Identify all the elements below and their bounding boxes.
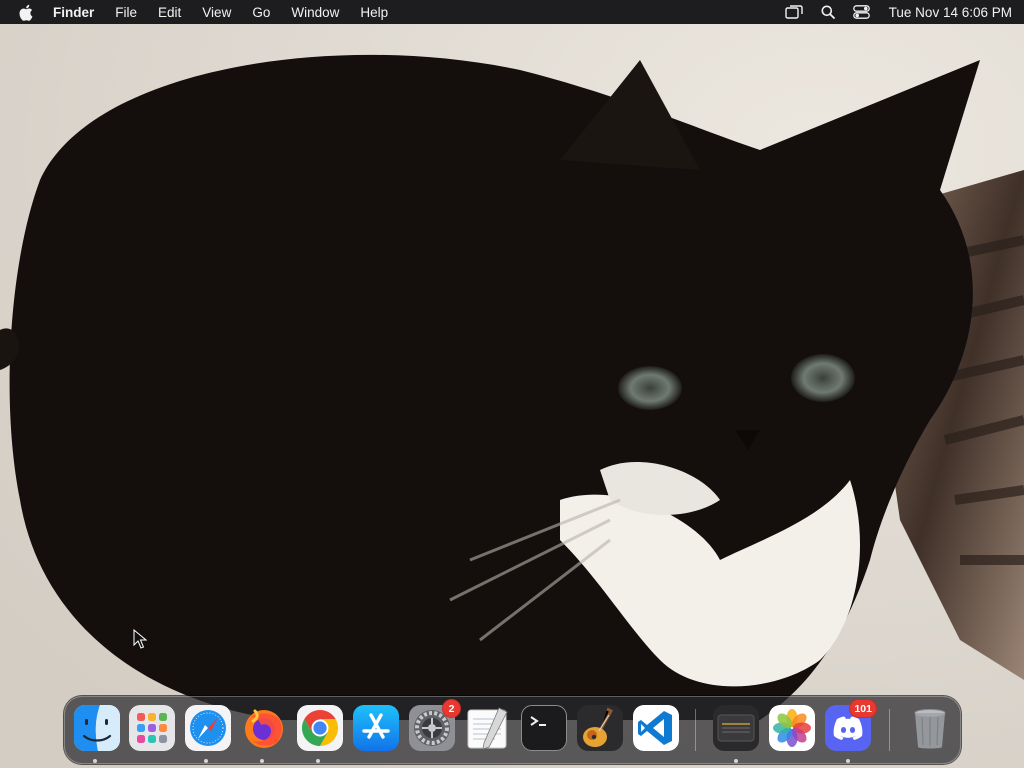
spotlight-search-icon[interactable] [817, 2, 839, 22]
dock-app-vscode[interactable] [633, 705, 679, 751]
apple-icon[interactable] [18, 4, 33, 21]
dock-app-safari[interactable] [185, 705, 231, 751]
app-store-icon [353, 705, 399, 751]
screen-mirroring-icon[interactable] [783, 2, 805, 22]
menu-go[interactable]: Go [252, 5, 270, 20]
dock-app-chrome[interactable] [297, 705, 343, 751]
dock-app-system-settings[interactable]: 2 [409, 699, 461, 751]
dock-app-textedit[interactable] [465, 705, 511, 751]
launchpad-icon [129, 705, 175, 751]
dock-app-keyboard-utility[interactable] [713, 705, 759, 751]
control-center-icon[interactable] [851, 2, 873, 22]
safari-icon [185, 705, 231, 751]
dock-app-garageband[interactable] [577, 705, 623, 751]
dock-app-discord[interactable]: 101 [825, 699, 877, 751]
menu-window[interactable]: Window [291, 5, 339, 20]
menu-edit[interactable]: Edit [158, 5, 181, 20]
menu-bar-clock[interactable]: Tue Nov 14 6:06 PM [889, 5, 1012, 20]
menu-bar-status-area: Tue Nov 14 6:06 PM [771, 0, 1012, 24]
keyboard-app-icon [713, 705, 759, 751]
photos-icon [769, 705, 815, 751]
menu-bar: Finder File Edit View Go Window Help Tue… [0, 0, 1024, 24]
running-indicator-finder [93, 759, 97, 763]
dock-app-trash[interactable] [907, 705, 953, 751]
system-settings-badge: 2 [442, 699, 461, 718]
dock-app-app-store[interactable] [353, 705, 399, 751]
textedit-icon [465, 705, 511, 751]
dock-app-finder[interactable] [74, 705, 120, 751]
dock: 2 101 [64, 696, 961, 764]
vscode-icon [633, 705, 679, 751]
dock-app-terminal[interactable] [521, 705, 567, 751]
cat-wallpaper-image [0, 0, 1024, 768]
menu-app-name[interactable]: Finder [53, 5, 94, 20]
mouse-cursor [133, 628, 148, 649]
running-indicator-chrome [316, 759, 320, 763]
menu-file[interactable]: File [115, 5, 137, 20]
running-indicator-safari [204, 759, 208, 763]
trash-icon [907, 705, 953, 751]
dock-divider [695, 709, 696, 751]
menu-help[interactable]: Help [360, 5, 388, 20]
dock-app-launchpad[interactable] [129, 705, 175, 751]
chrome-icon [297, 705, 343, 751]
menu-view[interactable]: View [202, 5, 231, 20]
garageband-icon [577, 705, 623, 751]
dock-divider-trash [889, 709, 890, 751]
finder-icon [74, 705, 120, 751]
dock-app-photos[interactable] [769, 705, 815, 751]
running-indicator-discord [846, 759, 850, 763]
running-indicator-keyboard-utility [734, 759, 738, 763]
menu-bar-left: Finder File Edit View Go Window Help [18, 0, 409, 24]
firefox-icon [241, 705, 287, 751]
dock-app-firefox[interactable] [241, 705, 287, 751]
running-indicator-firefox [260, 759, 264, 763]
desktop-wallpaper [0, 0, 1024, 768]
terminal-icon [521, 705, 567, 751]
discord-badge: 101 [849, 699, 877, 718]
